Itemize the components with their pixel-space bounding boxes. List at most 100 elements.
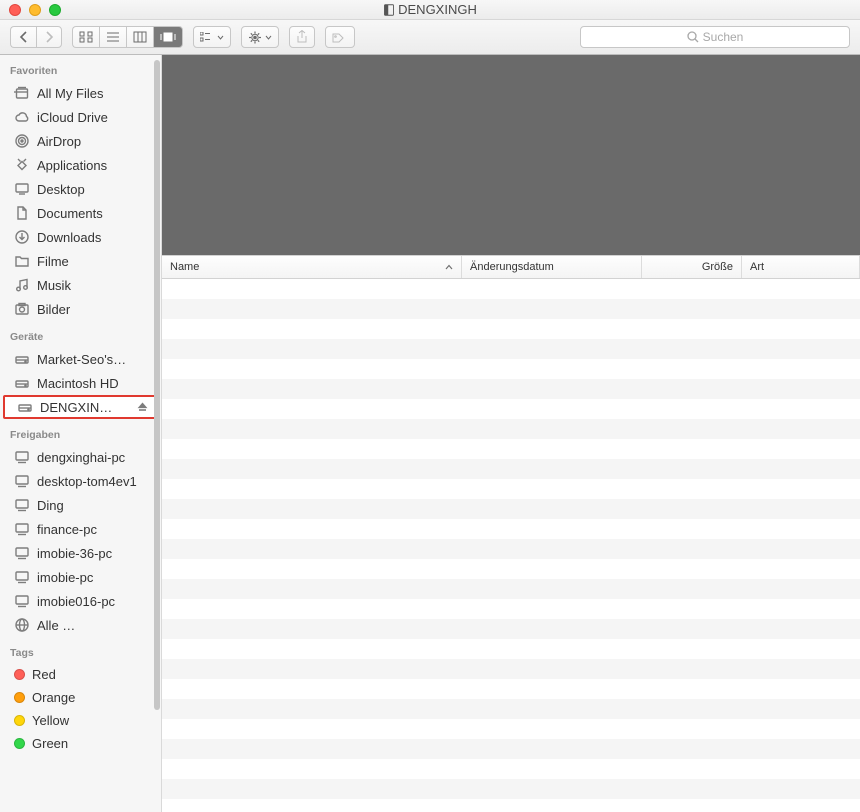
sidebar-item-label: Alle …: [37, 618, 75, 633]
sort-indicator-icon: [445, 264, 453, 271]
sidebar-item-shared-2[interactable]: Ding: [0, 493, 161, 517]
forward-button[interactable]: [36, 26, 62, 48]
column-name[interactable]: Name: [162, 256, 462, 278]
tag-dot-icon: [14, 715, 25, 726]
all-my-files-icon: [14, 85, 30, 101]
back-button[interactable]: [10, 26, 36, 48]
tags-button[interactable]: [325, 26, 355, 48]
sidebar-item-label: Market-Seo's…: [37, 352, 126, 367]
sidebar-item-shared-7[interactable]: Alle …: [0, 613, 161, 637]
sidebar-tag-3[interactable]: Green: [0, 732, 161, 755]
table-row: [162, 279, 860, 299]
sidebar-item-favorites-4[interactable]: Desktop: [0, 177, 161, 201]
sidebar-item-favorites-1[interactable]: iCloud Drive: [0, 105, 161, 129]
table-row: [162, 759, 860, 779]
downloads-icon: [14, 229, 30, 245]
drive-icon: [17, 399, 33, 415]
toolbar: Suchen: [0, 20, 860, 55]
sidebar-item-label: Filme: [37, 254, 69, 269]
tag-dot-icon: [14, 669, 25, 680]
computer-icon: [14, 545, 30, 561]
sidebar-item-label: Macintosh HD: [37, 376, 119, 391]
tag-label: Orange: [32, 690, 75, 705]
coverflow-view-button[interactable]: [153, 26, 183, 48]
sidebar-item-label: Documents: [37, 206, 103, 221]
sidebar-item-label: Musik: [37, 278, 71, 293]
sidebar-item-label: AirDrop: [37, 134, 81, 149]
table-row: [162, 739, 860, 759]
sidebar-item-favorites-8[interactable]: Musik: [0, 273, 161, 297]
action-button[interactable]: [241, 26, 279, 48]
sidebar-tag-1[interactable]: Orange: [0, 686, 161, 709]
nav-buttons: [10, 26, 62, 48]
column-date[interactable]: Änderungsdatum: [462, 256, 642, 278]
sidebar-item-shared-5[interactable]: imobie-pc: [0, 565, 161, 589]
sidebar-item-shared-1[interactable]: desktop-tom4ev1: [0, 469, 161, 493]
column-kind[interactable]: Art: [742, 256, 860, 278]
table-row: [162, 499, 860, 519]
search-placeholder: Suchen: [703, 30, 744, 44]
table-row: [162, 619, 860, 639]
table-row: [162, 339, 860, 359]
tag-label: Red: [32, 667, 56, 682]
column-size[interactable]: Größe: [642, 256, 742, 278]
sidebar-item-favorites-7[interactable]: Filme: [0, 249, 161, 273]
drive-icon: [14, 375, 30, 391]
computer-icon: [14, 593, 30, 609]
tag-dot-icon: [14, 738, 25, 749]
sidebar-item-favorites-3[interactable]: Applications: [0, 153, 161, 177]
table-row: [162, 679, 860, 699]
desktop-icon: [14, 181, 30, 197]
sidebar-item-devices-2[interactable]: DENGXIN…: [3, 395, 158, 419]
search-field[interactable]: Suchen: [580, 26, 850, 48]
sidebar-item-favorites-0[interactable]: All My Files: [0, 81, 161, 105]
sidebar-item-label: Ding: [37, 498, 64, 513]
list-view-button[interactable]: [99, 26, 126, 48]
table-row: [162, 299, 860, 319]
sidebar-item-shared-3[interactable]: finance-pc: [0, 517, 161, 541]
sidebar-item-favorites-5[interactable]: Documents: [0, 201, 161, 225]
sidebar-tag-0[interactable]: Red: [0, 663, 161, 686]
window-title: DENGXINGH: [0, 2, 860, 17]
sidebar-item-favorites-9[interactable]: Bilder: [0, 297, 161, 321]
sidebar-item-shared-0[interactable]: dengxinghai-pc: [0, 445, 161, 469]
table-row: [162, 399, 860, 419]
sidebar-item-label: Applications: [37, 158, 107, 173]
computer-icon: [14, 497, 30, 513]
section-favorites-heading: Favoriten: [0, 55, 161, 81]
table-row: [162, 559, 860, 579]
table-row: [162, 319, 860, 339]
documents-icon: [14, 205, 30, 221]
share-button[interactable]: [289, 26, 315, 48]
eject-icon[interactable]: [137, 402, 148, 413]
view-mode-buttons: [72, 26, 183, 48]
section-shared-heading: Freigaben: [0, 419, 161, 445]
table-row: [162, 779, 860, 799]
sidebar-item-label: iCloud Drive: [37, 110, 108, 125]
computer-icon: [14, 449, 30, 465]
sidebar-item-favorites-2[interactable]: AirDrop: [0, 129, 161, 153]
column-view-button[interactable]: [126, 26, 153, 48]
section-devices-heading: Geräte: [0, 321, 161, 347]
sidebar-item-shared-4[interactable]: imobie-36-pc: [0, 541, 161, 565]
tag-label: Green: [32, 736, 68, 751]
list-header: Name Änderungsdatum Größe Art: [162, 255, 860, 279]
arrange-button[interactable]: [193, 26, 231, 48]
arrange-group: [193, 26, 231, 48]
file-list[interactable]: [162, 279, 860, 812]
table-row: [162, 599, 860, 619]
computer-icon: [14, 569, 30, 585]
table-row: [162, 479, 860, 499]
icon-view-button[interactable]: [72, 26, 99, 48]
table-row: [162, 459, 860, 479]
sidebar-item-devices-0[interactable]: Market-Seo's…: [0, 347, 161, 371]
sidebar-item-shared-6[interactable]: imobie016-pc: [0, 589, 161, 613]
sidebar-item-devices-1[interactable]: Macintosh HD: [0, 371, 161, 395]
table-row: [162, 439, 860, 459]
sidebar-item-favorites-6[interactable]: Downloads: [0, 225, 161, 249]
window-titlebar: DENGXINGH: [0, 0, 860, 20]
sidebar-item-label: imobie-36-pc: [37, 546, 112, 561]
computer-icon: [14, 521, 30, 537]
coverflow-preview[interactable]: [162, 55, 860, 255]
sidebar-tag-2[interactable]: Yellow: [0, 709, 161, 732]
